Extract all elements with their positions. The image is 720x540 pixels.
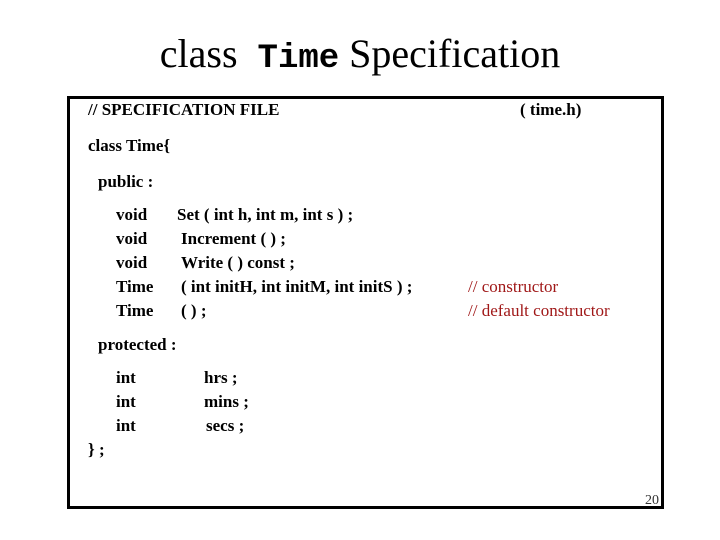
class-close: } ; xyxy=(88,440,105,459)
field-name: hrs ; xyxy=(204,368,238,387)
member-type: Time xyxy=(116,301,154,320)
field-type: int xyxy=(116,416,136,435)
member-decl: ( ) ; xyxy=(181,301,207,320)
field-type: int xyxy=(116,368,136,387)
file-name: ( time.h) xyxy=(520,100,582,119)
public-label: public : xyxy=(98,172,154,191)
field-type: int xyxy=(116,392,136,411)
member-decl: Set ( int h, int m, int s ) ; xyxy=(177,205,354,224)
field-name: mins ; xyxy=(204,392,249,411)
member-type: void xyxy=(116,229,148,248)
title-suffix: Specification xyxy=(349,31,561,76)
header-comment: // SPECIFICATION FILE xyxy=(88,100,280,119)
member-decl: Increment ( ) ; xyxy=(181,229,286,248)
class-open: class Time{ xyxy=(88,136,171,155)
member-decl: ( int initH, int initM, int initS ) ; xyxy=(181,277,413,296)
member-decl: Write ( ) const ; xyxy=(181,253,295,272)
field-name: secs ; xyxy=(206,416,245,435)
member-type: void xyxy=(116,205,148,224)
member-type: Time xyxy=(116,277,154,296)
slide-title: class Time Specification xyxy=(0,30,720,83)
member-type: void xyxy=(116,253,148,272)
protected-label: protected : xyxy=(98,335,177,354)
constructor-comment: // constructor xyxy=(468,277,559,296)
title-class-name: Time xyxy=(257,40,340,78)
page-number: 20 xyxy=(645,493,659,508)
default-constructor-comment: // default constructor xyxy=(468,301,610,320)
title-prefix: class xyxy=(159,31,238,76)
